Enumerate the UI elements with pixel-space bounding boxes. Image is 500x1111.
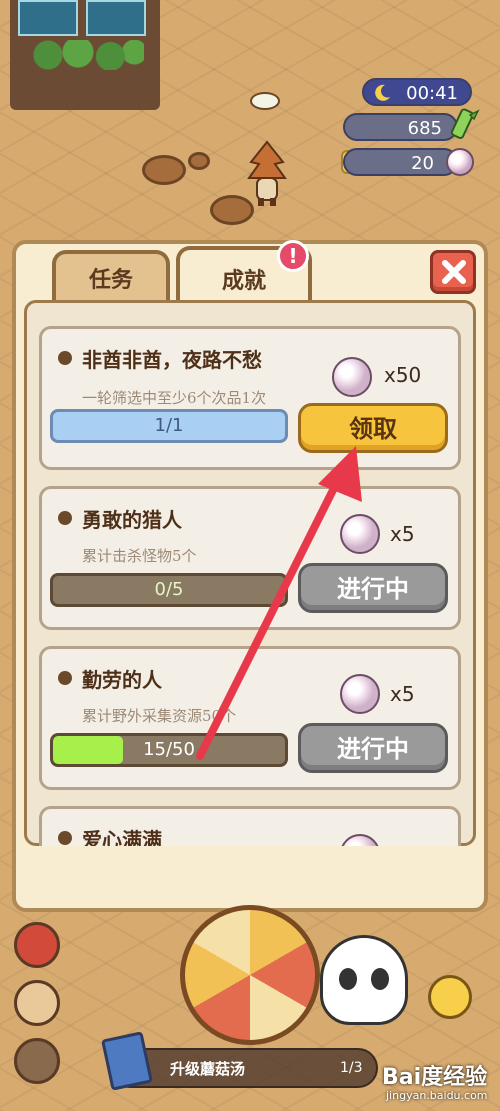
reward-count: x50 [384,363,422,387]
pearl-counter: 20 [343,148,458,176]
quest-count: 1/3 [340,1060,363,1076]
chili-menu-icon[interactable] [14,922,60,968]
bullet-icon [58,351,72,365]
bullet-icon [58,671,72,685]
watermark: Bai度经验 jingyan.baidu.com [378,1055,496,1105]
achievement-desc: 一轮筛选中至少6个次品1次 [82,389,267,407]
house-menu-icon[interactable] [14,980,60,1026]
emoji-icon[interactable] [428,975,472,1019]
bullet-icon [58,511,72,525]
reward-count: x5 [390,522,415,546]
achievement-title: 勇敢的猎人 [82,508,182,532]
quest-text: 升级蘑菇汤 [170,1060,246,1078]
watermark-logo: Bai度经验 [382,1065,488,1090]
moon-icon [375,84,390,101]
notification-badge: ! [277,240,309,272]
bamboo-coin-icon [450,108,480,139]
annotation-arrow [196,446,362,760]
progress-text: 1/1 [154,415,184,436]
panda-character [320,935,408,1025]
close-button[interactable] [430,250,476,294]
achievement-title: 爱心满满 [82,828,162,846]
achievement-card: 爱心满满 [39,806,461,846]
time-display: 00:41 [362,78,472,106]
leaf-character [247,140,287,206]
soup-bowl [250,92,280,110]
pearl-icon [446,148,474,176]
achievement-title: 勤劳的人 [82,668,162,692]
stool [188,152,210,170]
progress-bar: 1/1 [50,409,288,443]
pearl-icon [340,834,380,846]
garden-window [10,0,160,110]
bullet-icon [58,831,72,845]
lucky-wheel[interactable] [180,905,320,1045]
close-icon [442,260,466,284]
watermark-url: jingyan.baidu.com [386,1089,488,1102]
achievement-title: 非酋非酋，夜路不愁 [82,348,262,372]
paw-menu-icon[interactable] [14,1038,60,1084]
reward-count: x5 [390,682,415,706]
stool [142,155,186,185]
pearl-icon [332,357,372,397]
coin-counter: 685 [343,113,458,141]
time-text: 00:41 [406,83,458,104]
